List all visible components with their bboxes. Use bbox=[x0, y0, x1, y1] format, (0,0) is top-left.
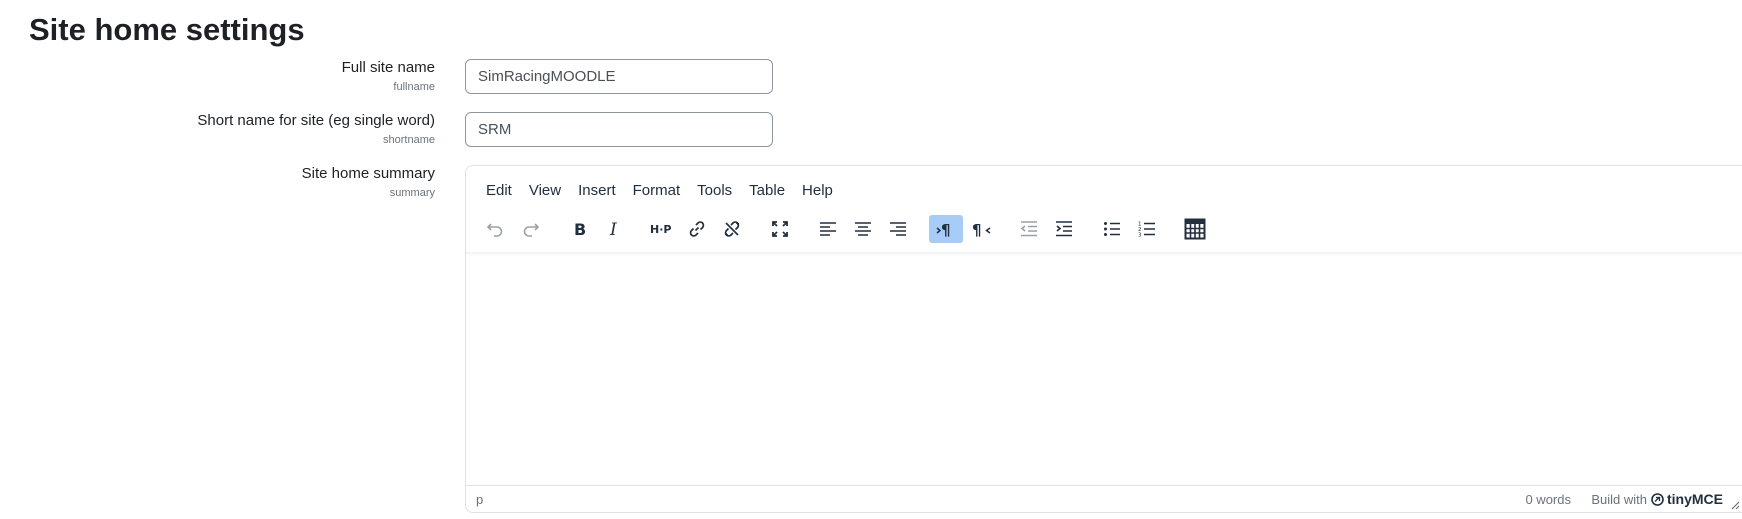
svg-text:B: B bbox=[574, 220, 586, 239]
shortname-input[interactable] bbox=[465, 112, 773, 147]
menu-format[interactable]: Format bbox=[625, 180, 690, 201]
align-center-button[interactable] bbox=[846, 215, 880, 243]
svg-text:I: I bbox=[609, 220, 617, 239]
h5p-icon: H·P bbox=[650, 223, 671, 236]
tinymce-brand: tinyMCE bbox=[1667, 491, 1723, 507]
undo-icon bbox=[486, 223, 503, 237]
align-right-button[interactable] bbox=[881, 215, 915, 243]
unlink-icon bbox=[724, 221, 740, 237]
indent-icon bbox=[1056, 221, 1072, 237]
element-path[interactable]: p bbox=[476, 492, 483, 507]
menu-help[interactable]: Help bbox=[794, 180, 842, 201]
outdent-button[interactable] bbox=[1012, 215, 1046, 243]
numbered-list-button[interactable]: 123 bbox=[1130, 215, 1164, 243]
fullname-label: Full site name bbox=[341, 59, 435, 76]
redo-button[interactable] bbox=[514, 215, 548, 243]
rtl-icon: ¶ bbox=[972, 221, 991, 239]
undo-button[interactable] bbox=[478, 215, 512, 243]
summary-key: summary bbox=[389, 187, 435, 199]
table-icon bbox=[1184, 218, 1206, 240]
link-button[interactable] bbox=[680, 215, 714, 243]
resize-handle-icon[interactable] bbox=[1730, 500, 1740, 510]
redo-icon bbox=[523, 223, 540, 237]
menu-tools[interactable]: Tools bbox=[689, 180, 741, 201]
bold-button[interactable]: B bbox=[562, 215, 596, 243]
build-with-branding[interactable]: Build with tinyMCE bbox=[1591, 491, 1723, 507]
editor-menubar: Edit View Insert Format Tools Table Help bbox=[478, 180, 842, 201]
fullname-key: fullname bbox=[393, 81, 435, 93]
svg-text:H·P: H·P bbox=[650, 223, 671, 236]
ltr-button[interactable]: ¶ bbox=[929, 215, 963, 243]
numbered-list-icon: 123 bbox=[1138, 222, 1155, 239]
align-left-icon bbox=[820, 222, 836, 236]
rtl-button[interactable]: ¶ bbox=[964, 215, 998, 243]
fullscreen-icon bbox=[772, 221, 788, 237]
fullname-input[interactable] bbox=[465, 59, 773, 94]
outdent-icon bbox=[1020, 221, 1037, 237]
unlink-button[interactable] bbox=[715, 215, 749, 243]
editor-toolbar: B I H·P ¶ ¶ 1 2 3 bbox=[466, 215, 1742, 247]
svg-text:¶: ¶ bbox=[941, 221, 951, 239]
ltr-icon: ¶ bbox=[936, 221, 951, 239]
fullname-label-group: Full site name fullname bbox=[0, 59, 435, 94]
link-icon bbox=[689, 221, 705, 237]
menu-insert[interactable]: Insert bbox=[570, 180, 625, 201]
bullet-list-button[interactable] bbox=[1095, 215, 1129, 243]
svg-text:3: 3 bbox=[1138, 233, 1142, 239]
align-left-button[interactable] bbox=[811, 215, 845, 243]
tinymce-logo: tinyMCE bbox=[1651, 491, 1723, 507]
align-right-icon bbox=[890, 222, 906, 236]
shortname-label-group: Short name for site (eg single word) sho… bbox=[0, 112, 435, 147]
tinymce-logo-icon bbox=[1651, 492, 1664, 506]
page-title: Site home settings bbox=[29, 12, 305, 47]
h5p-button[interactable]: H·P bbox=[645, 215, 679, 243]
build-with-label: Build with bbox=[1591, 491, 1647, 507]
align-center-icon bbox=[855, 222, 871, 236]
editor-content-area[interactable] bbox=[466, 256, 1742, 486]
svg-text:¶: ¶ bbox=[972, 221, 982, 239]
shortname-label: Short name for site (eg single word) bbox=[197, 112, 435, 129]
menu-table[interactable]: Table bbox=[741, 180, 794, 201]
shortname-key: shortname bbox=[383, 134, 435, 146]
bold-icon: B bbox=[574, 220, 586, 239]
table-button[interactable] bbox=[1178, 215, 1212, 243]
summary-label-group: Site home summary summary bbox=[0, 165, 435, 200]
menu-edit[interactable]: Edit bbox=[478, 180, 521, 201]
rich-text-editor: Edit View Insert Format Tools Table Help… bbox=[465, 165, 1742, 513]
word-count[interactable]: 0 words bbox=[1525, 492, 1571, 507]
bullet-list-icon bbox=[1104, 222, 1120, 236]
indent-button[interactable] bbox=[1047, 215, 1081, 243]
italic-button[interactable]: I bbox=[597, 215, 631, 243]
editor-statusbar: p 0 words Build with tinyMCE bbox=[466, 485, 1742, 512]
menu-view[interactable]: View bbox=[521, 180, 570, 201]
italic-icon: I bbox=[609, 220, 617, 239]
fullscreen-button[interactable] bbox=[763, 215, 797, 243]
summary-label: Site home summary bbox=[301, 165, 435, 182]
